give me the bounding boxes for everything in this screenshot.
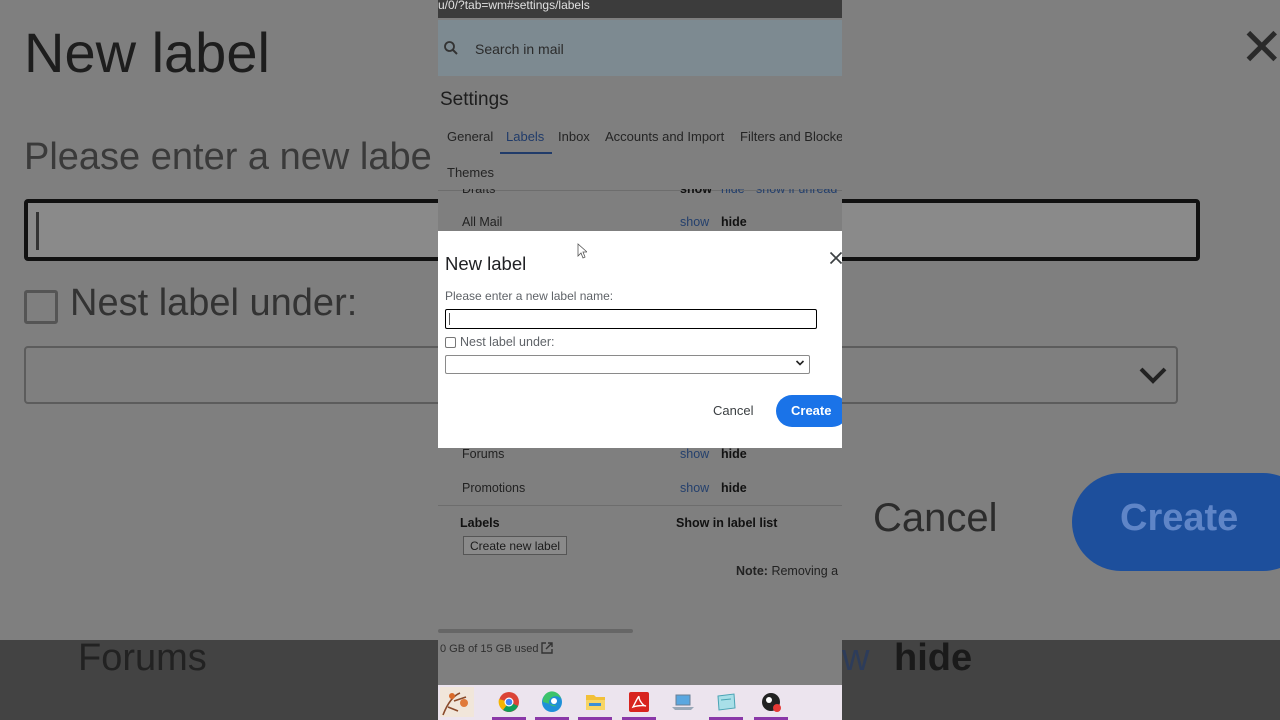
parent-label-select[interactable] xyxy=(445,355,810,374)
dialog-title: New label xyxy=(445,253,527,274)
notes-icon[interactable] xyxy=(709,687,743,717)
laptop-icon[interactable] xyxy=(666,687,700,717)
bg-cancel: Cancel xyxy=(873,496,998,540)
bg-w-fragment: w xyxy=(842,637,870,679)
tab-inbox[interactable]: Inbox xyxy=(558,129,590,144)
note-bold: Note: xyxy=(736,564,768,578)
row-show-promotions[interactable]: show xyxy=(680,481,709,495)
bg-chevron-down-icon xyxy=(1139,367,1167,384)
tab-themes[interactable]: Themes xyxy=(447,165,494,180)
horizontal-scrollbar[interactable] xyxy=(438,629,633,633)
label-name-prompt: Please enter a new label name: xyxy=(445,289,614,303)
chrome-icon[interactable] xyxy=(492,687,526,717)
bg-title: New label xyxy=(24,21,270,84)
search-input[interactable]: Search in mail xyxy=(475,41,564,57)
divider xyxy=(438,505,842,506)
chevron-down-icon[interactable] xyxy=(795,358,805,368)
tab-filters[interactable]: Filters and Blocke xyxy=(740,129,842,144)
row-show-all-mail[interactable]: show xyxy=(680,215,709,229)
browser-frame: u/0/?tab=wm#settings/labels Search in ma… xyxy=(438,0,842,720)
edge-icon[interactable] xyxy=(535,687,569,717)
file-explorer-icon[interactable] xyxy=(578,687,612,717)
bg-hide: hide xyxy=(894,637,973,679)
search-icon[interactable] xyxy=(442,39,460,57)
row-hide-promotions[interactable]: hide xyxy=(721,481,747,495)
bg-forums: Forums xyxy=(78,637,207,679)
settings-header: Settings General Labels Inbox Accounts a… xyxy=(438,76,842,190)
new-label-dialog: New label Please enter a new label name:… xyxy=(438,231,842,448)
bg-checkbox xyxy=(24,290,58,324)
note-text: Note: Removing a l xyxy=(736,564,842,578)
tab-general[interactable]: General xyxy=(447,129,493,144)
close-icon[interactable] xyxy=(829,251,842,265)
cancel-button[interactable]: Cancel xyxy=(713,403,753,418)
acrobat-icon[interactable] xyxy=(622,687,656,717)
recorder-icon[interactable] xyxy=(754,687,788,717)
bg-close-icon: ✕ xyxy=(1240,19,1280,77)
row-label-all-mail: All Mail xyxy=(462,215,503,229)
tab-accounts-import[interactable]: Accounts and Import xyxy=(605,129,724,144)
page-title: Settings xyxy=(440,89,509,110)
row-label-promotions: Promotions xyxy=(462,481,526,495)
storage-usage: 0 GB of 15 GB used xyxy=(440,643,539,655)
text-caret xyxy=(449,313,450,325)
create-button[interactable]: Create xyxy=(776,395,842,427)
show-in-label-list-heading: Show in label list xyxy=(676,516,778,530)
nest-label-checkbox[interactable] xyxy=(445,337,456,348)
row-hide-forums[interactable]: hide xyxy=(721,447,747,461)
bg-prompt: Please enter a new labe xyxy=(24,136,432,178)
mouse-pointer-icon xyxy=(577,243,587,259)
create-new-label-button[interactable]: Create new label xyxy=(463,536,567,555)
search-bar[interactable]: Search in mail xyxy=(438,20,842,76)
nest-label-text: Nest label under: xyxy=(460,335,555,349)
label-name-input[interactable] xyxy=(445,309,817,329)
row-label-forums: Forums xyxy=(462,447,505,461)
external-link-icon[interactable] xyxy=(540,641,554,655)
row-hide-all-mail[interactable]: hide xyxy=(721,215,747,229)
weather-widget-icon[interactable] xyxy=(440,687,474,717)
bg-nest-label: Nest label under: xyxy=(70,282,358,324)
bg-create: Create xyxy=(1072,473,1280,571)
row-show-forums[interactable]: show xyxy=(680,447,709,461)
tab-labels[interactable]: Labels xyxy=(506,129,544,144)
note-body: Removing a l xyxy=(771,564,842,578)
taskbar xyxy=(438,685,842,720)
active-tab-indicator xyxy=(500,152,552,154)
url-bar[interactable]: u/0/?tab=wm#settings/labels xyxy=(438,0,842,18)
labels-heading: Labels xyxy=(460,516,500,530)
